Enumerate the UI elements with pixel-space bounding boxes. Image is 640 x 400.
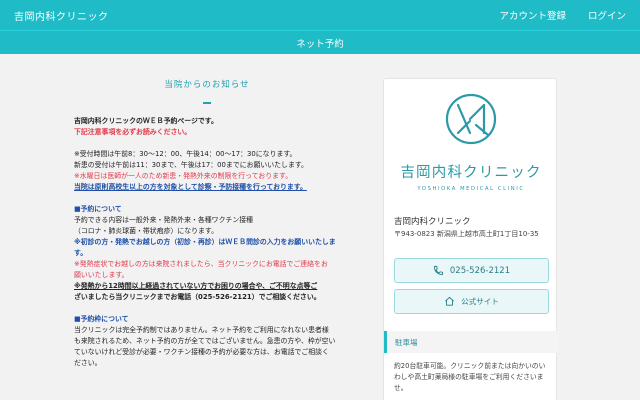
notice-title: 当院からのお知らせ (164, 80, 250, 90)
home-icon (445, 296, 455, 306)
notice-line: 願いいたします。 (74, 271, 129, 279)
notice-line: 当院は原則高校生以上の方を対象として診察・予防接種を行っております。 (74, 183, 307, 191)
clinic-address: 〒943-0823 新潟県上越市高土町1丁目10-35 (394, 230, 539, 238)
brand-link[interactable]: 吉岡内科クリニック (14, 8, 109, 23)
notice-line: （コロナ・肺炎球菌・帯状疱疹）になります。 (74, 227, 219, 235)
website-label: 公式サイト (461, 297, 499, 306)
notice-heading: ■予約について (74, 205, 122, 213)
phone-button[interactable]: 025-526-2121 (394, 258, 549, 283)
notice-line: 予約できる内容は一般外来・発熱外来・各種ワクチン接種 (74, 216, 254, 224)
notice-line: ※発熱から12時間以上経過されていない方でお困りの場合や、ご不明な点等ご (74, 282, 318, 290)
notice-line: ていないけれど受診が必要・ワクチン接種の予約が必要な方は、お電話でご相談く (74, 348, 329, 356)
notice-heading: ■予約枠について (74, 315, 129, 323)
top-nav: アカウント登録 ログイン (499, 8, 626, 22)
phone-label: 025-526-2121 (449, 265, 511, 276)
top-bar: 吉岡内科クリニック アカウント登録 ログイン (0, 0, 640, 30)
clinic-name: 吉岡内科クリニック (394, 217, 471, 227)
sub-nav: ネット予約 (0, 30, 640, 54)
clinic-card: 吉岡内科クリニック YOSHIOKA MEDICAL CLINIC 吉岡内科クリ… (383, 78, 558, 400)
parking-text: 約20台駐車可能。クリニック前または向かいのいわしや高土町薬局様の駐車場をご利用… (394, 362, 546, 392)
notice-line: ※受付時間は午前8：30〜12：00、午後14：00〜17：30になります。 (74, 150, 297, 158)
notice-line: 吉岡内科クリニックのＷＥＢ予約ページです。 (74, 117, 218, 125)
logo-subtext: YOSHIOKA MEDICAL CLINIC (416, 186, 524, 192)
notice-line: も来院されるため、ネット予約の方が全てではございません。急患の方や、枠が空い (74, 337, 336, 345)
parking-heading: 駐車場 (384, 331, 558, 353)
clinic-logo-icon: 吉岡内科クリニック YOSHIOKA MEDICAL CLINIC (400, 93, 541, 192)
net-reservation-link[interactable]: ネット予約 (296, 36, 344, 50)
notice-line: ※初診の方・発熱でお越しの方（初診・再診）はＷＥＢ問診の入力をお願いいたしま (74, 238, 336, 246)
notice-line: ざいましたら当クリニックまでお電話（025-526-2121）でご相談ください。 (74, 293, 321, 301)
clinic-logo: 吉岡内科クリニック YOSHIOKA MEDICAL CLINIC (384, 79, 558, 203)
notice-line: す。 (74, 249, 88, 257)
website-button[interactable]: 公式サイト (394, 289, 549, 314)
login-link[interactable]: ログイン (588, 8, 626, 22)
notice-line: ※水曜日は医師が一人のため新患・発熱外来の制限を行っております。 (74, 172, 293, 180)
title-divider (203, 102, 211, 104)
logo-text: 吉岡内科クリニック (400, 164, 541, 181)
notice-line: 当クリニックは完全予約制ではありません。ネット予約をご利用になれない患者様 (74, 326, 329, 334)
notice-line: ※発熱症状でお越しの方は来院されましたら、当クリニックにお電話でご連絡をお (74, 260, 328, 268)
phone-icon (433, 265, 443, 276)
register-link[interactable]: アカウント登録 (499, 8, 566, 22)
notice-section: 当院からのお知らせ 吉岡内科クリニックのＷＥＢ予約ページです。 下記注意事項を必… (74, 80, 340, 369)
notice-line: 下記注意事項を必ずお読みください。 (74, 128, 192, 136)
notice-line: ださい。 (74, 359, 102, 367)
notice-line: 新患の受付は午前は11：30まで、午後は17：00までにお願いいたします。 (74, 161, 308, 169)
